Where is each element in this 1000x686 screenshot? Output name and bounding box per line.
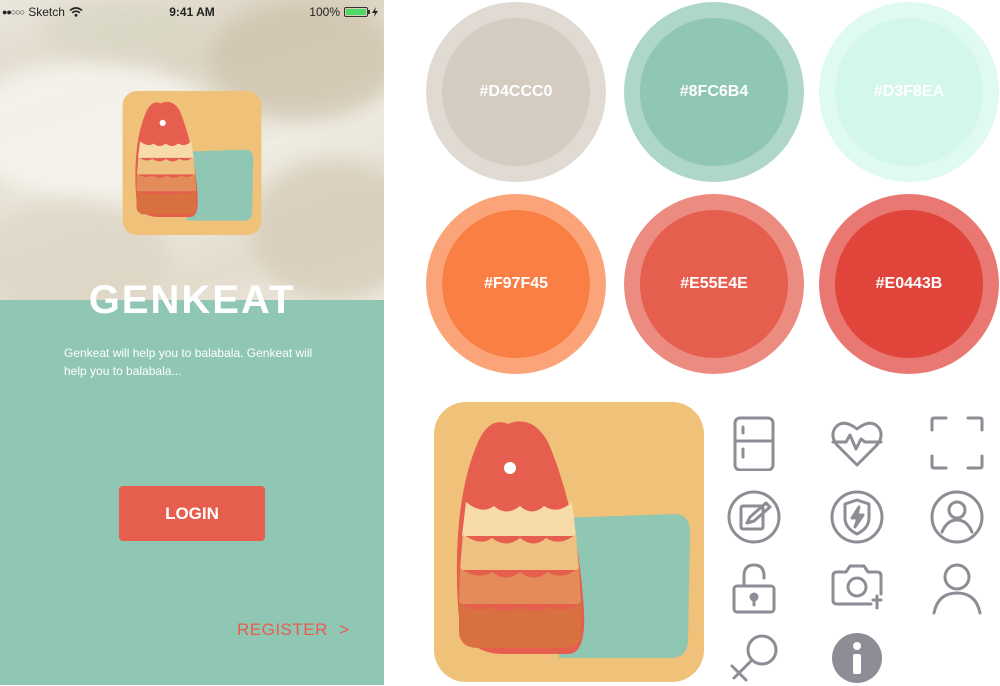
- swatch-red-inner: #E0443B: [835, 210, 983, 358]
- battery-icon: [344, 7, 370, 17]
- heart-pulse-icon: [829, 415, 885, 471]
- gender-icon: [726, 630, 782, 686]
- app-title: GENKEAT: [88, 278, 296, 322]
- phone-mockup: ●●○○○ Sketch 9:41 AM 100% GENKEAT Genkea…: [0, 0, 384, 685]
- swatch-coral: #E55E4E: [624, 194, 804, 374]
- login-button[interactable]: LOGIN: [119, 486, 265, 541]
- fridge-icon: [726, 415, 782, 471]
- register-link[interactable]: REGISTER >: [237, 620, 350, 640]
- swatch-teal: #8FC6B4: [624, 2, 804, 182]
- register-chevron: >: [339, 620, 350, 639]
- status-bar: ●●○○○ Sketch 9:41 AM 100%: [0, 0, 384, 22]
- swatch-orange: #F97F45: [426, 194, 606, 374]
- register-label: REGISTER: [237, 620, 328, 639]
- swatch-mint: #D3F8EA: [819, 2, 999, 182]
- swatch-orange-inner: #F97F45: [442, 210, 590, 358]
- app-logo-large: [434, 402, 704, 682]
- shield-bolt-icon: [829, 489, 885, 545]
- charging-icon: [372, 7, 378, 17]
- swatch-sand-inner: #D4CCC0: [442, 18, 590, 166]
- user-circle-icon: [929, 489, 985, 545]
- swatch-teal-inner: #8FC6B4: [640, 18, 788, 166]
- swatch-red: #E0443B: [819, 194, 999, 374]
- swatch-sand: #D4CCC0: [426, 2, 606, 182]
- camera-add-icon: [829, 560, 885, 616]
- edit-icon: [726, 489, 782, 545]
- scan-frame-icon: [929, 415, 985, 471]
- user-icon: [929, 560, 985, 616]
- info-icon: [829, 630, 885, 686]
- swatch-coral-inner: #E55E4E: [640, 210, 788, 358]
- battery-percent: 100%: [309, 5, 340, 19]
- app-logo: [122, 91, 262, 235]
- app-description: Genkeat will help you to balabala. Genke…: [64, 346, 313, 378]
- swatch-mint-inner: #D3F8EA: [835, 18, 983, 166]
- unlock-icon: [726, 560, 782, 616]
